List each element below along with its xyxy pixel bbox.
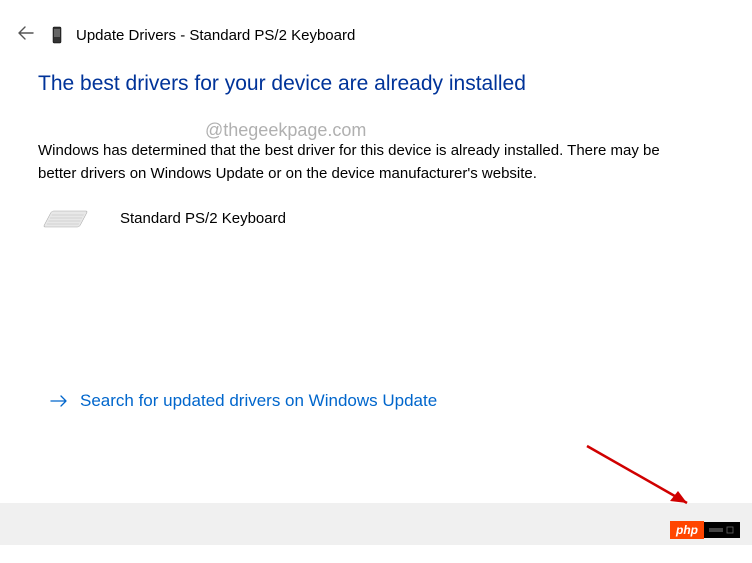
- back-arrow-icon[interactable]: [18, 26, 34, 44]
- php-badge-text: php: [670, 521, 704, 539]
- device-name-label: Standard PS/2 Keyboard: [120, 210, 286, 227]
- windows-update-link-text: Search for updated drivers on Windows Up…: [80, 391, 437, 411]
- footer-bar: [0, 503, 752, 545]
- badge-dark-icon: [704, 522, 740, 538]
- annotation-arrow-icon: [582, 441, 702, 511]
- description-text: Windows has determined that the best dri…: [38, 140, 698, 185]
- window-title: Update Drivers - Standard PS/2 Keyboard: [76, 27, 355, 44]
- header-bar: Update Drivers - Standard PS/2 Keyboard: [0, 0, 752, 54]
- content-area: The best drivers for your device are alr…: [0, 54, 752, 411]
- device-icon: [52, 26, 62, 44]
- page-headline: The best drivers for your device are alr…: [38, 72, 714, 96]
- device-row: Standard PS/2 Keyboard: [38, 203, 714, 233]
- arrow-right-icon: [50, 392, 68, 410]
- keyboard-icon: [38, 203, 92, 233]
- watermark-badge: php: [670, 521, 740, 539]
- watermark-text: @thegeekpage.com: [205, 120, 366, 141]
- windows-update-link[interactable]: Search for updated drivers on Windows Up…: [38, 391, 714, 411]
